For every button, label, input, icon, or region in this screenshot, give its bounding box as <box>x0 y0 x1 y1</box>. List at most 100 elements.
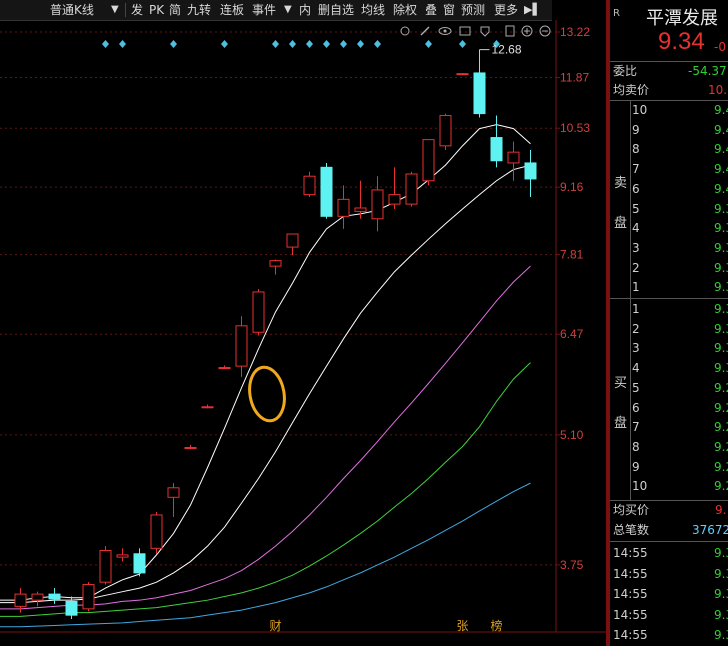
sell-row: 109.4 <box>610 101 728 120</box>
event-diamond-icon <box>425 40 432 48</box>
candle-body <box>320 166 333 217</box>
toolbar-item-remove-watchlist[interactable]: 删自选 <box>318 0 354 20</box>
buy-row: 59.2 <box>610 379 728 398</box>
candle <box>439 113 452 151</box>
price-axis: 13.22 11.87 10.53 9.16 7.81 6.47 5.10 3.75 <box>560 25 590 572</box>
event-diamond-icon <box>289 40 296 48</box>
buy-level: 3 <box>632 341 640 356</box>
total-trades-value: 37672 <box>692 523 728 537</box>
y-tick-label: 3.75 <box>560 558 584 572</box>
sell-row: 19.3 <box>610 278 728 297</box>
chart-type-dropdown-icon[interactable]: ▼ <box>111 0 119 20</box>
chart-type-label[interactable]: 普通K线 <box>50 0 94 20</box>
toolbar-item-inner[interactable]: 内 <box>299 0 311 20</box>
candle-body <box>116 554 129 558</box>
sell-price: 9.3 <box>714 280 728 295</box>
sell-price: 9.3 <box>714 201 728 216</box>
sell-price: 9.4 <box>714 162 728 177</box>
candle-body <box>14 593 27 607</box>
toolbar-item-overlay[interactable]: 叠 <box>425 0 437 20</box>
candle <box>456 72 469 76</box>
max-price-label: 12.68 <box>492 43 522 57</box>
candle-body <box>167 487 180 498</box>
candle-body <box>48 593 61 600</box>
total-trades-row: 总笔数 37672 <box>610 521 728 540</box>
candle-body <box>490 137 503 162</box>
tick-row: 14:55 9.3 <box>610 565 728 584</box>
candle-body <box>473 72 486 115</box>
event-diamond-icon <box>170 40 177 48</box>
sell-row: 99.4 <box>610 121 728 140</box>
candle <box>473 49 486 118</box>
toolbar-item-forecast[interactable]: 预测 <box>461 0 485 20</box>
weibi-row: 委比 -54.37 <box>610 62 728 81</box>
quote-marker: R <box>613 8 620 19</box>
pen-stroke <box>420 26 430 36</box>
tick-time: 14:55 <box>613 546 648 560</box>
toolbar-item-ma[interactable]: 均线 <box>361 0 385 20</box>
toolbar-item-pk[interactable]: PK <box>149 0 164 20</box>
toolbar-item-more[interactable]: 更多 <box>494 0 518 20</box>
sell-level: 3 <box>632 240 640 255</box>
highlight-circle <box>248 365 286 423</box>
event-diamond-icon <box>374 40 381 48</box>
candle-body <box>371 189 384 220</box>
candle-body <box>65 600 78 616</box>
kline-chart[interactable]: 13.22 11.87 10.53 9.16 7.81 6.47 5.10 3.75 12.6… <box>0 0 606 646</box>
toolbar-item-lianban[interactable]: 连板 <box>220 0 244 20</box>
sell-price: 9.4 <box>714 142 728 157</box>
total-trades-label: 总笔数 <box>613 523 650 537</box>
tick-price: 9.3 <box>714 566 728 581</box>
candle-body <box>150 514 163 549</box>
candle <box>218 365 231 370</box>
buy-level: 2 <box>632 321 640 336</box>
buy-row: 49.3 <box>610 359 728 378</box>
candle <box>524 150 537 197</box>
tick-time: 14:55 <box>613 628 648 642</box>
toolbar-item-jiuzhuan[interactable]: 九转 <box>187 0 211 20</box>
toolbar-item-simple[interactable]: 简 <box>169 0 181 20</box>
toolbar-item-exright[interactable]: 除权 <box>393 0 417 20</box>
ma20-line <box>0 265 531 610</box>
weibi-value: -54.37 <box>688 64 727 78</box>
y-tick-label: 13.22 <box>560 25 590 39</box>
buy-price: 9.2 <box>714 400 728 415</box>
buy-level: 6 <box>632 400 640 415</box>
sell-level: 10 <box>632 103 648 117</box>
moving-average-lines <box>0 124 531 628</box>
panel-divider-line <box>610 298 728 299</box>
sell-row: 79.4 <box>610 160 728 179</box>
buy-price: 9.2 <box>714 380 728 395</box>
buy-level: 8 <box>632 439 640 454</box>
toolbar-item-fa[interactable]: 发 <box>131 0 143 20</box>
candle <box>235 316 248 377</box>
event-diamond-icon <box>272 40 279 48</box>
events-dropdown-icon[interactable]: ▼ <box>284 0 292 20</box>
chart-toolbar: 普通K线 ▼ 发 PK 简 九转 连板 事件 ▼ 内 删自选 均线 除权 叠 窗… <box>0 0 552 21</box>
tick-price: 9.3 <box>714 607 728 622</box>
bottom-marker-label: 财 <box>270 619 282 633</box>
event-diamond-icon <box>306 40 313 48</box>
toolbar-item-window[interactable]: 窗 <box>443 0 455 20</box>
sell-price: 9.4 <box>714 122 728 137</box>
toolbar-item-events[interactable]: 事件 <box>252 0 276 20</box>
candle <box>507 141 520 181</box>
tick-time: 14:55 <box>613 587 648 601</box>
toolbar-divider <box>125 3 126 17</box>
sell-level: 8 <box>632 142 640 157</box>
candle <box>31 591 44 607</box>
candle-body <box>507 151 520 164</box>
tick-price: 9.3 <box>714 546 728 560</box>
candle-body <box>456 73 469 76</box>
sell-row: 49.3 <box>610 219 728 238</box>
zoom-in-icon <box>521 25 533 37</box>
stock-name[interactable]: 平潭发展 <box>646 4 718 30</box>
sell-price: 9.3 <box>714 240 728 255</box>
candle <box>167 483 180 517</box>
candle-body <box>133 553 146 574</box>
avg-sell-row: 均卖价 10. <box>610 81 728 100</box>
tick-time: 14:55 <box>613 607 648 622</box>
sell-price: 9.3 <box>714 260 728 275</box>
expand-panel-icon[interactable]: ▶▌ <box>524 0 541 20</box>
buy-price: 9.3 <box>714 302 728 316</box>
